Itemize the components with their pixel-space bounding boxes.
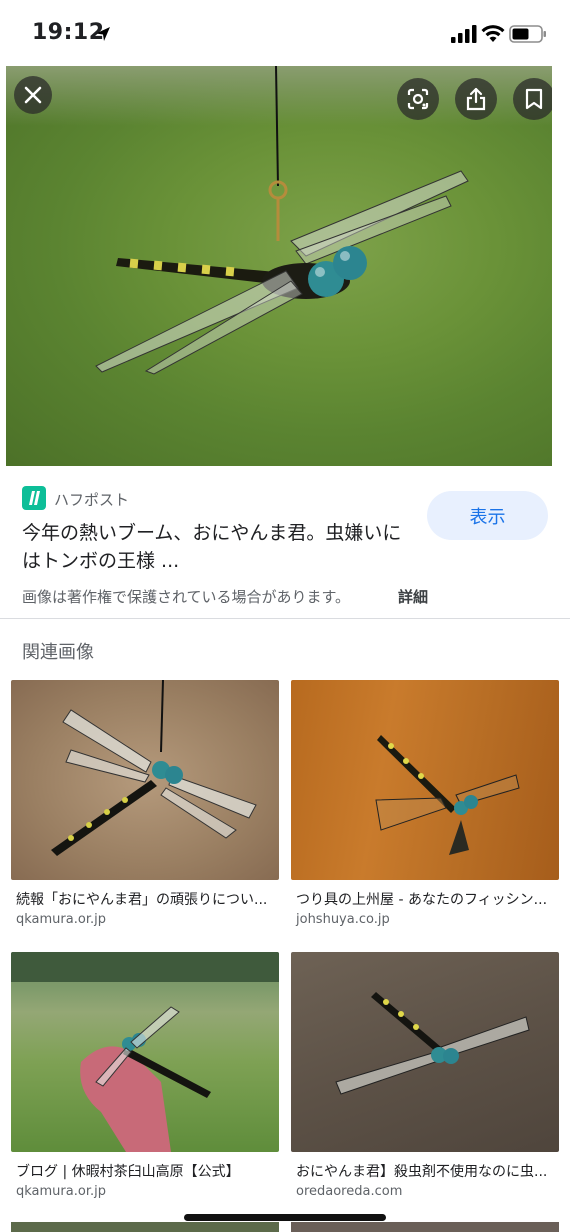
wifi-icon <box>481 25 505 42</box>
related-domain: qkamura.or.jp <box>16 1184 106 1199</box>
related-images-heading: 関連画像 <box>22 642 94 663</box>
cellular-signal-icon <box>451 25 477 43</box>
related-thumbnail[interactable] <box>11 952 279 1152</box>
home-indicator[interactable] <box>184 1214 386 1221</box>
dragonfly-thumbnail <box>375 735 520 855</box>
related-title[interactable]: ブログ | 休暇村茶臼山高原【公式】 <box>16 1161 274 1181</box>
hand-dragonfly-thumbnail <box>11 952 279 1152</box>
status-time: 19:12 <box>32 20 105 45</box>
related-domain: qkamura.or.jp <box>16 912 106 927</box>
related-title[interactable]: 続報「おにやんま君」の頑張りについ... <box>16 889 274 909</box>
dragonfly-illustration <box>95 66 469 375</box>
details-link[interactable]: 詳細 <box>398 586 428 607</box>
related-domain: oredaoreda.com <box>296 1184 403 1199</box>
copyright-notice: 画像は著作権で保護されている場合があります。 <box>22 588 351 606</box>
battery-icon <box>509 25 546 43</box>
related-domain: johshuya.co.jp <box>296 912 390 927</box>
share-button[interactable] <box>455 78 497 120</box>
status-bar: 19:12 <box>0 0 570 66</box>
bookmark-icon <box>525 88 543 110</box>
close-button[interactable] <box>14 76 52 114</box>
bookmark-button[interactable] <box>513 78 552 120</box>
related-thumbnail[interactable] <box>11 680 279 880</box>
source-name[interactable]: ハフポスト <box>54 489 129 510</box>
related-thumbnail-partial[interactable] <box>11 1222 279 1232</box>
huffpost-logo-icon <box>22 486 46 510</box>
share-icon <box>466 87 486 111</box>
dragonfly-thumbnail <box>335 992 530 1095</box>
related-thumbnail[interactable] <box>291 680 559 880</box>
location-arrow-icon <box>96 27 110 41</box>
dragonfly-thumbnail <box>51 680 257 856</box>
preview-image[interactable] <box>6 66 552 466</box>
divider <box>0 618 570 619</box>
result-info: ハフポスト 今年の熱いブーム、おにやんま君。虫嫌いにはトンボの王様 ... 表示… <box>0 468 570 618</box>
view-button[interactable]: 表示 <box>427 491 548 540</box>
related-title[interactable]: おにやんま君】殺虫剤不使用なのに虫... <box>296 1161 554 1181</box>
related-thumbnail[interactable] <box>291 952 559 1152</box>
related-title[interactable]: つり具の上州屋 - あなたのフィッシン... <box>296 889 554 909</box>
lens-button[interactable] <box>397 78 439 120</box>
result-title[interactable]: 今年の熱いブーム、おにやんま君。虫嫌いにはトンボの王様 ... <box>22 519 407 575</box>
lens-icon <box>407 88 429 110</box>
related-thumbnail-partial[interactable] <box>291 1222 559 1232</box>
close-icon <box>24 86 42 104</box>
